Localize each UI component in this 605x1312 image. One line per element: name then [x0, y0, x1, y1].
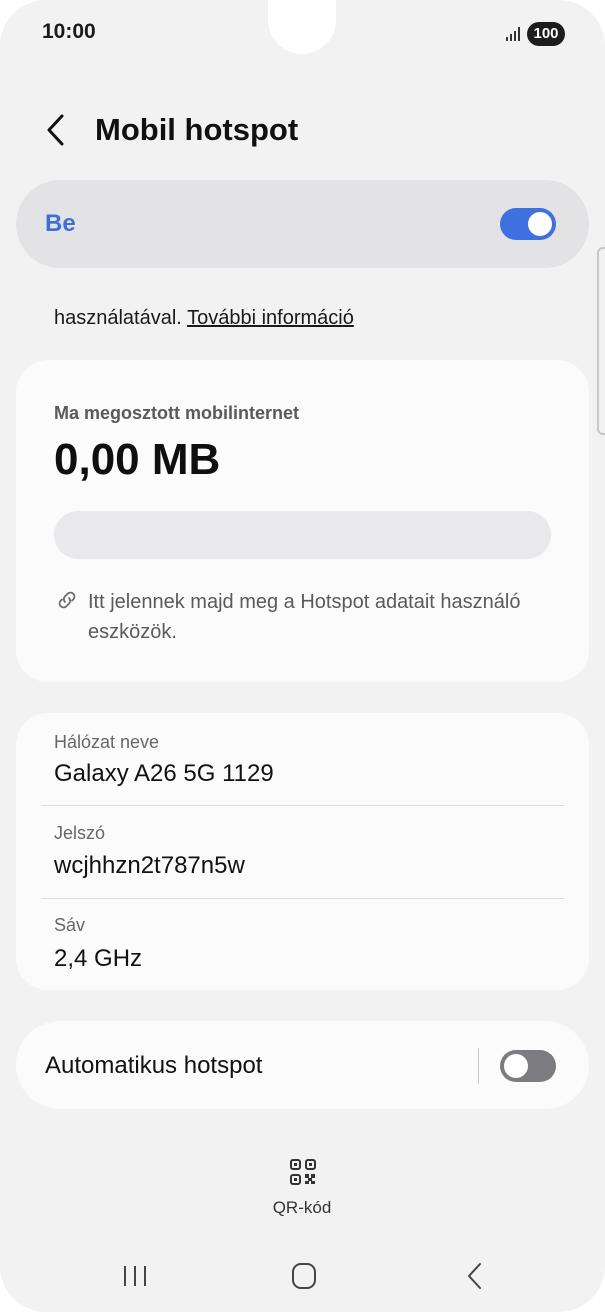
password-value: wcjhhzn2t787n5w [54, 852, 245, 879]
signal-bars-icon [506, 27, 520, 41]
network-settings-card: Hálózat neve Galaxy A26 5G 1129 Jelszó w… [16, 713, 589, 990]
vertical-separator [478, 1048, 479, 1084]
qr-code-icon [290, 1159, 316, 1185]
qr-code-label: QR-kód [272, 1198, 332, 1217]
password-row[interactable]: Jelszó wcjhhzn2t787n5w [16, 806, 589, 898]
page-title: Mobil hotspot [95, 112, 299, 147]
connected-devices-note: Itt jelennek majd meg a Hotspot adatait … [88, 591, 521, 643]
password-label: Jelszó [54, 823, 106, 843]
link-icon [58, 591, 76, 609]
usage-label: Ma megosztott mobilinternet [54, 403, 300, 423]
info-text: használatával. További információ [54, 307, 354, 330]
usage-card: Ma megosztott mobilinternet 0,00 MB Itt … [16, 360, 589, 682]
back-chevron-icon[interactable] [38, 110, 74, 150]
network-name-label: Hálózat neve [54, 732, 160, 752]
band-label: Sáv [54, 915, 86, 935]
back-icon[interactable] [454, 1260, 494, 1292]
app-header: Mobil hotspot [0, 100, 605, 160]
toggle-knob [528, 212, 552, 236]
status-time: 10:00 [42, 20, 96, 43]
auto-hotspot-row[interactable]: Automatikus hotspot [16, 1021, 589, 1109]
toggle-knob [504, 1054, 528, 1078]
info-prefix: használatával. [54, 307, 182, 329]
recents-icon[interactable] [115, 1260, 155, 1292]
navigation-bar [0, 1244, 605, 1312]
band-value: 2,4 GHz [54, 945, 143, 972]
qr-code-button[interactable]: QR-kód [262, 1158, 342, 1224]
network-name-value: Galaxy A26 5G 1129 [54, 760, 274, 787]
phone-screen: 10:00 100 Mobil hotspot Be használatával… [0, 0, 605, 1312]
band-row[interactable]: Sáv 2,4 GHz [16, 899, 589, 991]
home-icon[interactable] [284, 1260, 324, 1292]
more-info-link[interactable]: További információ [187, 307, 354, 329]
hotspot-toggle[interactable] [500, 208, 556, 240]
status-bar: 10:00 100 [0, 0, 605, 60]
auto-hotspot-label: Automatikus hotspot [45, 1052, 263, 1079]
scrollbar-handle[interactable] [597, 247, 605, 435]
hotspot-master-switch-row[interactable]: Be [16, 180, 589, 268]
network-name-row[interactable]: Hálózat neve Galaxy A26 5G 1129 [16, 713, 589, 805]
auto-hotspot-toggle[interactable] [500, 1050, 556, 1082]
battery-indicator: 100 [527, 22, 565, 46]
usage-value: 0,00 MB [54, 435, 221, 484]
usage-progress-bar [54, 511, 551, 559]
master-switch-label: Be [45, 210, 76, 237]
